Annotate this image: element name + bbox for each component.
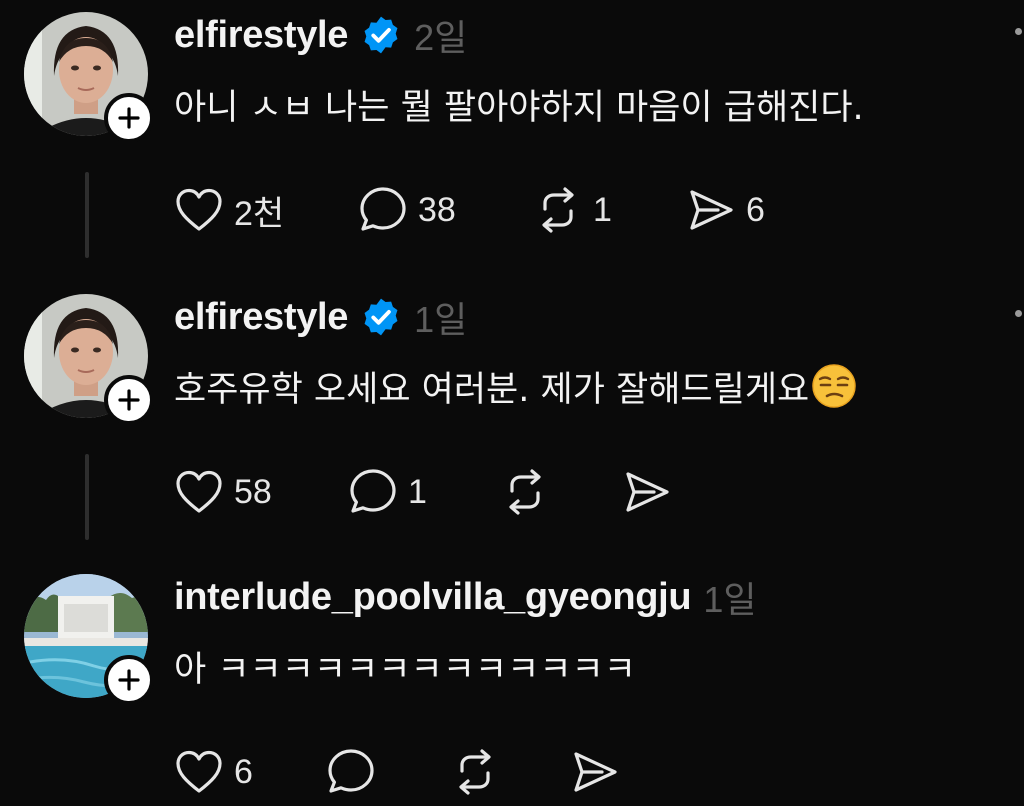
reply-button[interactable]	[326, 742, 386, 802]
heart-icon	[176, 470, 222, 513]
post-text-content: 호주유학 오세요 여러분. 제가 잘해드릴게요	[174, 369, 810, 410]
timestamp: 1일	[703, 579, 757, 620]
post-header: elfirestyle 1일	[174, 290, 467, 344]
comment-icon	[328, 749, 374, 793]
heart-icon	[176, 188, 222, 231]
repost-icon	[509, 469, 541, 515]
post-text-content: 아 ㅋㅋㅋㅋㅋㅋㅋㅋㅋㅋㅋㅋㅋ	[174, 649, 636, 690]
share-button[interactable]	[570, 742, 630, 802]
plus-icon	[118, 107, 140, 129]
plus-icon	[118, 669, 140, 691]
more-options-icon[interactable]	[1015, 28, 1022, 35]
thread-line	[85, 454, 89, 540]
heart-icon	[176, 750, 222, 793]
unamused-face-emoji	[811, 363, 857, 409]
thread-post: elfirestyle 1일 호주유학 오세요 여러분. 제가 잘해드릴게요 5…	[0, 282, 1024, 562]
reply-button[interactable]: 38	[358, 180, 456, 240]
like-count: 58	[234, 472, 272, 511]
verified-badge-icon	[360, 14, 402, 56]
reply-count: 1	[408, 472, 427, 511]
comment-icon	[360, 187, 406, 231]
timestamp: 1일	[414, 299, 468, 340]
share-button[interactable]	[622, 462, 682, 522]
like-button[interactable]: 6	[174, 742, 253, 802]
like-count: 6	[234, 752, 253, 791]
more-options-icon[interactable]	[1015, 310, 1022, 317]
post-text: 아니 ㅅㅂ 나는 뭘 팔아야하지 마음이 급해진다.	[174, 76, 864, 132]
verified-badge-icon	[360, 296, 402, 338]
repost-button[interactable]	[500, 462, 560, 522]
like-count: 2천	[234, 194, 285, 233]
thread-post: elfirestyle 2일 아니 ㅅㅂ 나는 뭘 팔아야하지 마음이 급해진다…	[0, 0, 1024, 280]
post-text-content: 아니 ㅅㅂ 나는 뭘 팔아야하지 마음이 급해진다.	[174, 87, 864, 128]
comment-icon	[350, 469, 396, 513]
follow-button[interactable]	[104, 655, 154, 705]
timestamp: 2일	[414, 17, 468, 58]
send-icon	[690, 190, 733, 230]
post-text: 호주유학 오세요 여러분. 제가 잘해드릴게요	[174, 358, 857, 414]
post-header: elfirestyle 2일	[174, 8, 467, 62]
like-button[interactable]: 58	[174, 462, 272, 522]
share-button[interactable]: 6	[686, 180, 765, 240]
reply-count: 38	[418, 190, 456, 229]
username[interactable]: elfirestyle	[174, 296, 348, 339]
plus-icon	[118, 389, 140, 411]
thread-line	[85, 172, 89, 258]
send-icon	[574, 752, 617, 792]
thread-post: interlude_poolvilla_gyeongju 1일 아 ㅋㅋㅋㅋㅋㅋ…	[0, 562, 1024, 806]
username[interactable]: elfirestyle	[174, 14, 348, 57]
post-header: interlude_poolvilla_gyeongju 1일	[174, 570, 757, 624]
share-count: 6	[746, 190, 765, 229]
repost-count: 1	[593, 190, 612, 229]
follow-button[interactable]	[104, 375, 154, 425]
repost-button[interactable]: 1	[533, 180, 612, 240]
repost-button[interactable]	[450, 742, 510, 802]
repost-icon	[459, 749, 491, 795]
username[interactable]: interlude_poolvilla_gyeongju	[174, 576, 692, 619]
reply-button[interactable]: 1	[348, 462, 427, 522]
send-icon	[626, 472, 669, 512]
follow-button[interactable]	[104, 93, 154, 143]
repost-icon	[542, 187, 574, 233]
like-button[interactable]: 2천	[174, 180, 284, 240]
post-text: 아 ㅋㅋㅋㅋㅋㅋㅋㅋㅋㅋㅋㅋㅋ	[174, 638, 636, 694]
